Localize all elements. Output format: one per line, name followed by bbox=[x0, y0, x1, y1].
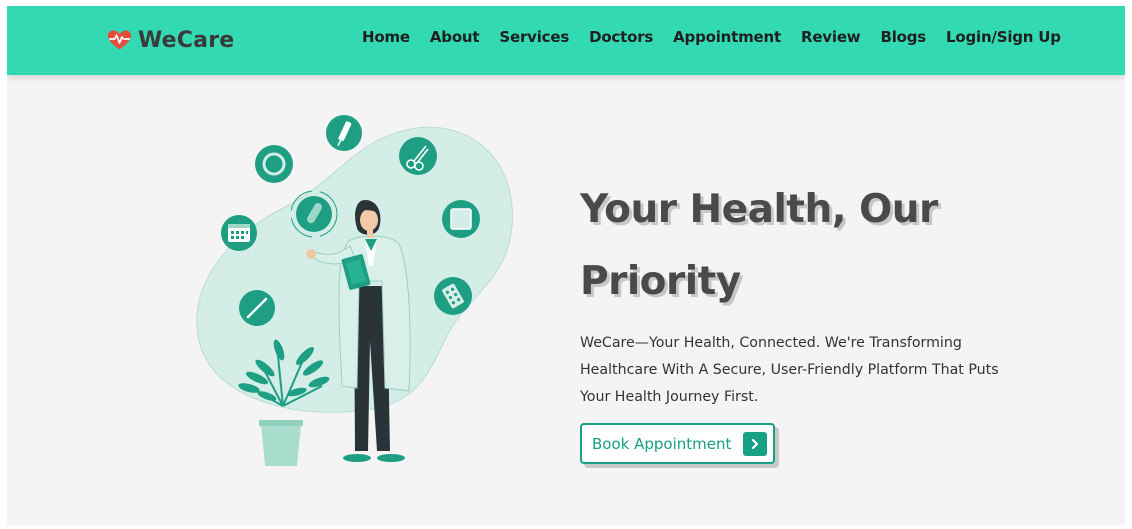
nav-blogs[interactable]: Blogs bbox=[880, 28, 926, 46]
scissors-icon bbox=[399, 137, 437, 175]
nav-appointment[interactable]: Appointment bbox=[673, 28, 781, 46]
thermometer-icon bbox=[239, 290, 275, 326]
heart-pulse-icon bbox=[107, 30, 132, 50]
calendar-icon bbox=[221, 215, 257, 251]
hero-title-line-1: Your Health, Our bbox=[580, 187, 938, 232]
nav-review[interactable]: Review bbox=[801, 28, 861, 46]
hero-section: Your Health, Our Priority WeCare—Your He… bbox=[580, 174, 1050, 411]
doctor-illustration bbox=[196, 115, 513, 466]
brand-logo[interactable]: WeCare bbox=[107, 25, 234, 55]
syringe-icon bbox=[326, 115, 362, 151]
bandage-icon bbox=[442, 200, 480, 238]
pill-icon bbox=[255, 145, 293, 183]
navbar: WeCare Home About Services Doctors Appoi… bbox=[7, 6, 1125, 75]
nav-doctors[interactable]: Doctors bbox=[589, 28, 653, 46]
test-tube-icon bbox=[290, 190, 338, 238]
nav-home[interactable]: Home bbox=[362, 28, 410, 46]
hero-description: WeCare—Your Health, Connected. We're Tra… bbox=[580, 335, 999, 405]
page-frame: WeCare Home About Services Doctors Appoi… bbox=[7, 6, 1125, 525]
pill-pack-icon bbox=[434, 277, 472, 315]
main-nav: Home About Services Doctors Appointment … bbox=[362, 28, 1061, 46]
hero-title: Your Health, Our Priority bbox=[580, 174, 1050, 318]
nav-login-signup[interactable]: Login/Sign Up bbox=[946, 28, 1061, 46]
nav-about[interactable]: About bbox=[430, 28, 480, 46]
brand-name: WeCare bbox=[138, 27, 235, 53]
book-appointment-label: Book Appointment bbox=[592, 434, 732, 453]
book-appointment-button[interactable]: Book Appointment bbox=[580, 423, 775, 464]
nav-services[interactable]: Services bbox=[499, 28, 569, 46]
hero-title-line-2: Priority bbox=[580, 259, 741, 304]
chevron-right-icon bbox=[743, 432, 767, 456]
